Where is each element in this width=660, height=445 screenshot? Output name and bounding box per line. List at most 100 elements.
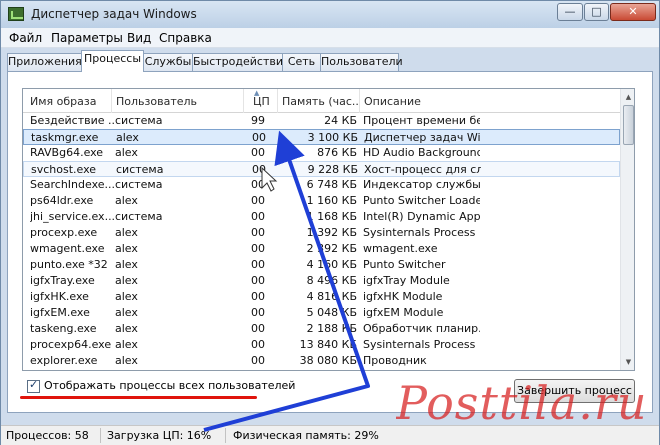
column-divider[interactable]: [111, 89, 112, 113]
process-row[interactable]: procexp.exe alex 00 1 392 КБ Sysinternals Pr…: [23, 225, 620, 241]
process-cpu: 00: [251, 146, 265, 159]
process-description: wmagent.exe: [363, 242, 438, 255]
column-header-description[interactable]: Описание: [364, 95, 474, 108]
process-row[interactable]: igfxEM.exe alex 00 5 048 КБ igfxEM Module: [23, 305, 620, 321]
process-row[interactable]: procexp64.exe alex 00 13 840 КБ Sysinternals…: [23, 337, 620, 353]
tab-processes[interactable]: Процессы: [81, 50, 144, 72]
close-button[interactable]: ✕: [610, 3, 656, 21]
tab-strip: Приложения Процессы Службы Быстродействи…: [7, 50, 653, 72]
status-divider: [100, 428, 101, 443]
process-cpu: 00: [251, 322, 265, 335]
column-divider[interactable]: [277, 89, 278, 113]
tab-users[interactable]: Пользователи: [320, 53, 403, 71]
column-divider[interactable]: [243, 89, 244, 113]
process-user: alex: [116, 131, 139, 144]
process-row[interactable]: svchost.exe система 00 9 228 КБ Хост-процесс…: [23, 161, 620, 177]
tab-network[interactable]: Сеть: [282, 53, 321, 71]
process-description: Хост-процесс для сл...: [364, 163, 481, 176]
process-description: Обработчик планир...: [363, 322, 480, 335]
process-row[interactable]: SearchIndexe... система 00 6 748 КБ Индексат…: [23, 177, 620, 193]
process-image-name: procexp.exe: [30, 226, 98, 239]
process-memory: 4 160 КБ: [306, 258, 357, 271]
minimize-button[interactable]: —: [557, 3, 583, 21]
process-cpu: 00: [252, 163, 266, 176]
process-image-name: explorer.exe: [30, 354, 98, 367]
menu-bar: Файл Параметры Вид Справка: [1, 28, 659, 48]
process-row[interactable]: wmagent.exe alex 00 2 392 КБ wmagent.exe: [23, 241, 620, 257]
process-description: Sysinternals Process ...: [363, 226, 480, 239]
process-cpu: 00: [251, 242, 265, 255]
process-user: alex: [115, 258, 138, 271]
process-image-name: igfxHK.exe: [30, 290, 89, 303]
process-user: alex: [115, 322, 138, 335]
process-row[interactable]: ps64ldr.exe alex 00 1 160 КБ Punto Switcher …: [23, 193, 620, 209]
process-row[interactable]: explorer.exe alex 00 38 080 КБ Проводник: [23, 353, 620, 369]
process-user: alex: [115, 226, 138, 239]
watermark-logo: Posttila.ru: [396, 376, 648, 430]
title-bar[interactable]: Диспетчер задач Windows — □ ✕: [1, 1, 659, 28]
tab-applications[interactable]: Приложения: [7, 53, 82, 71]
process-cpu: 00: [251, 306, 265, 319]
tab-services[interactable]: Службы: [143, 53, 193, 71]
vertical-scrollbar[interactable]: ▲ ▼: [620, 89, 634, 370]
column-header-memory[interactable]: Память (час...: [282, 95, 358, 108]
process-user: alex: [115, 338, 138, 351]
process-description: Проводник: [363, 354, 427, 367]
process-image-name: igfxEM.exe: [30, 306, 90, 319]
process-image-name: svchost.exe: [31, 163, 97, 176]
process-list[interactable]: Имя образа Пользователь ▲ ЦП Память (час…: [22, 88, 635, 371]
process-image-name: jhi_service.ex...: [30, 210, 116, 223]
process-user: система: [115, 114, 163, 127]
scroll-thumb[interactable]: [623, 105, 634, 145]
process-user: alex: [115, 306, 138, 319]
column-divider[interactable]: [359, 89, 360, 113]
show-all-users-checkbox[interactable]: [27, 378, 40, 393]
scroll-down-icon[interactable]: ▼: [622, 355, 634, 369]
process-memory: 38 080 КБ: [299, 354, 357, 367]
process-image-name: igfxTray.exe: [30, 274, 95, 287]
menu-file[interactable]: Файл: [9, 31, 42, 45]
process-row[interactable]: igfxHK.exe alex 00 4 816 КБ igfxHK Module: [23, 289, 620, 305]
window-title: Диспетчер задач Windows: [31, 7, 197, 21]
process-cpu: 00: [251, 274, 265, 287]
process-cpu: 99: [251, 114, 265, 127]
show-all-users-label[interactable]: Отображать процессы всех пользователей: [44, 379, 295, 392]
process-cpu: 00: [251, 290, 265, 303]
process-cpu: 00: [251, 194, 265, 207]
status-cpu-usage: Загрузка ЦП: 16%: [107, 429, 212, 442]
process-memory: 1 160 КБ: [306, 194, 357, 207]
process-memory: 876 КБ: [317, 146, 357, 159]
process-user: alex: [115, 194, 138, 207]
process-row[interactable]: igfxTray.exe alex 00 8 496 КБ igfxTray Modul…: [23, 273, 620, 289]
tab-performance[interactable]: Быстродействие: [192, 53, 290, 71]
process-row[interactable]: RAVBg64.exe alex 00 876 КБ HD Audio Backgrou…: [23, 145, 620, 161]
process-memory: 2 188 КБ: [306, 322, 357, 335]
process-image-name: RAVBg64.exe: [30, 146, 104, 159]
process-row[interactable]: jhi_service.ex... система 00 1 168 КБ Intel(…: [23, 209, 620, 225]
process-image-name: taskmgr.exe: [31, 131, 99, 144]
column-header-cpu[interactable]: ЦП: [253, 95, 277, 108]
column-header-user[interactable]: Пользователь: [116, 95, 240, 108]
process-image-name: procexp64.exe: [30, 338, 112, 351]
process-cpu: 00: [251, 354, 265, 367]
menu-options[interactable]: Параметры: [51, 31, 123, 45]
menu-help[interactable]: Справка: [159, 31, 212, 45]
column-header-image-name[interactable]: Имя образа: [30, 95, 112, 108]
process-user: alex: [115, 274, 138, 287]
maximize-button[interactable]: □: [584, 3, 609, 21]
process-image-name: wmagent.exe: [30, 242, 105, 255]
process-row[interactable]: taskmgr.exe alex 00 3 100 КБ Диспетчер задач…: [23, 129, 620, 145]
process-row[interactable]: taskeng.exe alex 00 2 188 КБ Обработчик план…: [23, 321, 620, 337]
process-row[interactable]: Бездействие ... система 99 24 КБ Процент вре…: [23, 113, 620, 129]
scroll-up-icon[interactable]: ▲: [622, 90, 634, 104]
process-description: HD Audio Background ...: [363, 146, 480, 159]
process-row[interactable]: punto.exe *32 alex 00 4 160 КБ Punto Switche…: [23, 257, 620, 273]
process-memory: 9 228 КБ: [307, 163, 358, 176]
process-user: система: [115, 210, 163, 223]
process-memory: 5 048 КБ: [306, 306, 357, 319]
process-description: Процент времени бе...: [363, 114, 480, 127]
process-memory: 13 840 КБ: [299, 338, 357, 351]
menu-view[interactable]: Вид: [127, 31, 151, 45]
process-description: Punto Switcher: [363, 258, 446, 271]
status-physical-memory: Физическая память: 29%: [233, 429, 379, 442]
